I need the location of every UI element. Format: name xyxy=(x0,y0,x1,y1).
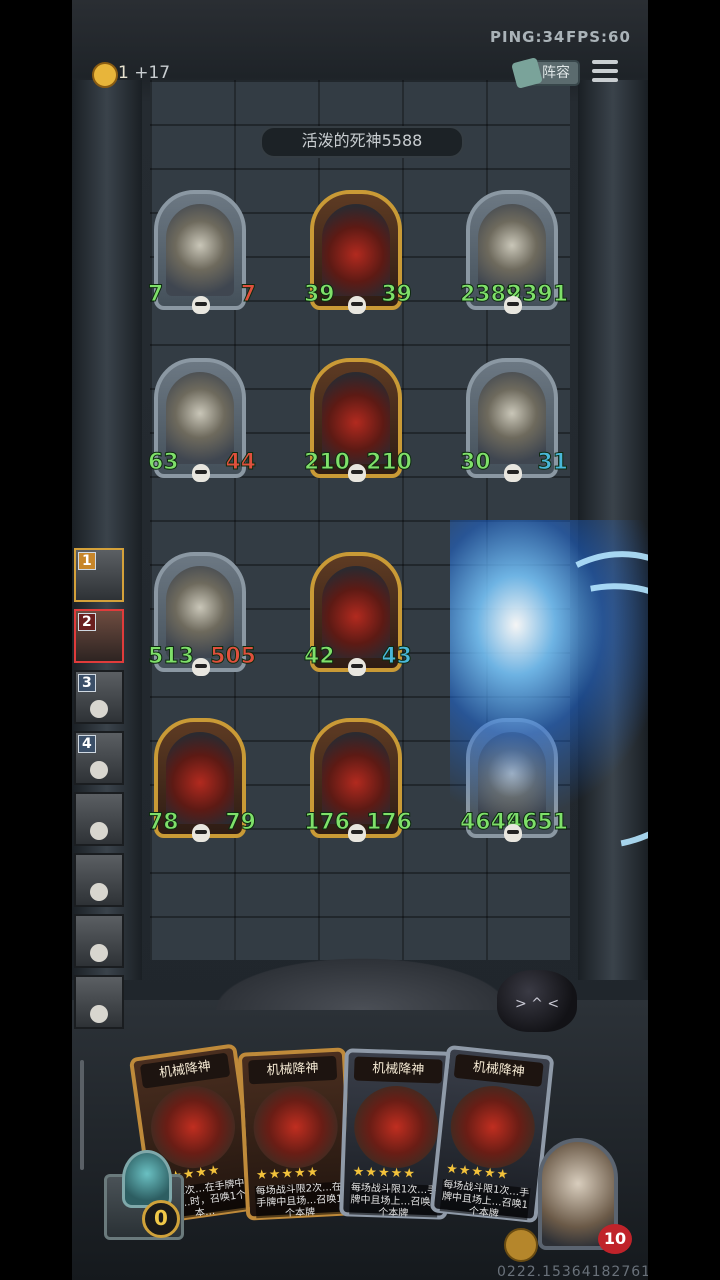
player-slot[interactable]: 3 xyxy=(74,670,124,724)
player-rank: 3 xyxy=(78,674,96,692)
fps-readout: FPS:60 xyxy=(566,28,631,46)
star-rating-icon: ★★★★★ xyxy=(255,1164,320,1184)
unit-health: 43 xyxy=(381,644,413,670)
skull-icon xyxy=(504,824,522,842)
card-description: 每场战斗限1次…手牌中且场上…召唤1个本牌 xyxy=(349,1182,439,1218)
unit-health: 505 xyxy=(210,644,257,670)
player-slot[interactable]: 2 xyxy=(74,609,124,663)
unit-attack: 210 xyxy=(304,450,351,476)
card-title: 机械降神 xyxy=(453,1053,544,1087)
player-rank: 4 xyxy=(78,735,96,753)
player-slot[interactable] xyxy=(74,792,124,846)
player-slot[interactable] xyxy=(74,853,124,907)
gold-income: +17 xyxy=(134,63,171,83)
bat-ornament xyxy=(192,950,532,1010)
skull-icon xyxy=(504,296,522,314)
board-unit[interactable]: 176 176 xyxy=(304,718,412,842)
slime-face-icon: > ^ < xyxy=(515,996,560,1012)
unit-health: 210 xyxy=(366,450,413,476)
skull-icon xyxy=(192,464,210,482)
board-unit[interactable]: 39 39 xyxy=(304,190,412,314)
unit-attack: 513 xyxy=(148,644,195,670)
unit-health: 39 xyxy=(381,282,413,308)
board-unit[interactable]: 513 505 xyxy=(148,552,256,676)
player-slot[interactable] xyxy=(74,914,124,968)
unit-attack: 42 xyxy=(304,644,336,670)
skull-icon xyxy=(348,658,366,676)
match-seed: 0222.15364182761 xyxy=(497,1264,648,1280)
opponent-name: 活泼的死神5588 xyxy=(260,126,464,158)
skull-icon xyxy=(348,296,366,314)
skull-icon xyxy=(90,761,108,779)
lineup-book-icon xyxy=(511,57,543,89)
card-description: 每场战斗限2次…在手牌中且场…召唤1个本牌 xyxy=(254,1181,345,1219)
board-unit[interactable]: 77 xyxy=(147,190,257,314)
unit-health: 7 xyxy=(240,282,256,308)
gold-amount: 1 xyxy=(118,63,129,83)
unit-attack: 176 xyxy=(304,810,351,836)
lineup-label: 阵容 xyxy=(542,65,570,81)
unit-attack: 30 xyxy=(460,450,492,476)
menu-button[interactable] xyxy=(592,60,618,84)
skull-icon xyxy=(348,464,366,482)
card-title: 机械降神 xyxy=(353,1056,443,1084)
coin-icon xyxy=(92,62,118,88)
hand-card[interactable]: 机械降神 ★★★★★ 每场战斗限2次…在手牌中且场…召唤1个本牌 xyxy=(237,1047,355,1221)
skull-icon xyxy=(90,944,108,962)
lightning-attack-effect xyxy=(424,520,648,900)
board-unit[interactable]: 63 44 xyxy=(148,358,256,482)
skull-icon xyxy=(90,700,108,718)
player-slot[interactable]: 1 xyxy=(74,548,124,602)
unit-art xyxy=(166,204,234,296)
card-title: 机械降神 xyxy=(248,1055,338,1085)
skull-icon xyxy=(90,883,108,901)
unit-health: 31 xyxy=(537,450,569,476)
unit-attack: 78 xyxy=(148,810,180,836)
unit-attack: 63 xyxy=(148,450,180,476)
player-slot[interactable] xyxy=(74,975,124,1029)
menu-icon xyxy=(592,60,618,64)
board-unit[interactable]: 78 79 xyxy=(148,718,256,842)
card-art xyxy=(352,1084,440,1170)
card-art xyxy=(446,1081,539,1173)
hero-health: 10 xyxy=(598,1224,632,1254)
board-unit[interactable]: 2389 2391 xyxy=(459,190,569,314)
unit-health: 44 xyxy=(225,450,257,476)
shop-refresh-button[interactable]: 0 xyxy=(104,1150,184,1240)
card-description: 每场战斗限1次…手牌中且场上…召唤1个本牌 xyxy=(439,1179,531,1221)
unit-health: 79 xyxy=(225,810,257,836)
player-ranking-list: 1 2 3 4 xyxy=(74,548,128,1036)
hooded-merchant-icon xyxy=(122,1150,172,1208)
hand-card[interactable]: 机械降神 ★★★★★ 每场战斗限1次…手牌中且场上…召唤1个本牌 xyxy=(429,1044,555,1224)
player-rank: 1 xyxy=(78,552,96,570)
lineup-button[interactable]: 阵容 xyxy=(511,57,580,89)
ping-readout: PING:34 xyxy=(490,28,566,46)
hand-scroll-indicator xyxy=(80,1060,84,1170)
card-art xyxy=(251,1083,340,1171)
board-unit[interactable]: 42 43 xyxy=(304,552,412,676)
skull-icon xyxy=(504,464,522,482)
board-unit[interactable]: 210 210 xyxy=(304,358,412,482)
unit-frame xyxy=(154,190,246,310)
hero-portrait[interactable]: 10 xyxy=(538,1138,632,1258)
skull-icon xyxy=(90,822,108,840)
gold-readout: 1 +17 xyxy=(118,63,170,83)
skull-icon xyxy=(192,824,210,842)
board-unit[interactable]: 30 31 xyxy=(460,358,568,482)
game-screen: PING:34 FPS:60 1 +17 阵容 活泼的死神5588 7 7 39 39… xyxy=(72,0,648,1280)
skull-icon xyxy=(90,1005,108,1023)
skull-icon xyxy=(192,658,210,676)
unit-attack: 39 xyxy=(304,282,336,308)
skull-icon xyxy=(348,824,366,842)
slime-pet[interactable]: > ^ < xyxy=(497,970,577,1032)
refresh-count: 0 xyxy=(142,1200,180,1238)
upgrade-coin-icon[interactable] xyxy=(504,1228,538,1262)
unit-attack: 7 xyxy=(147,282,164,308)
player-slot[interactable]: 4 xyxy=(74,731,124,785)
star-rating-icon: ★★★★★ xyxy=(352,1164,417,1182)
unit-health: 176 xyxy=(366,810,413,836)
player-rank: 2 xyxy=(78,613,96,631)
card-title: 机械降神 xyxy=(139,1052,231,1089)
skull-icon xyxy=(192,296,210,314)
